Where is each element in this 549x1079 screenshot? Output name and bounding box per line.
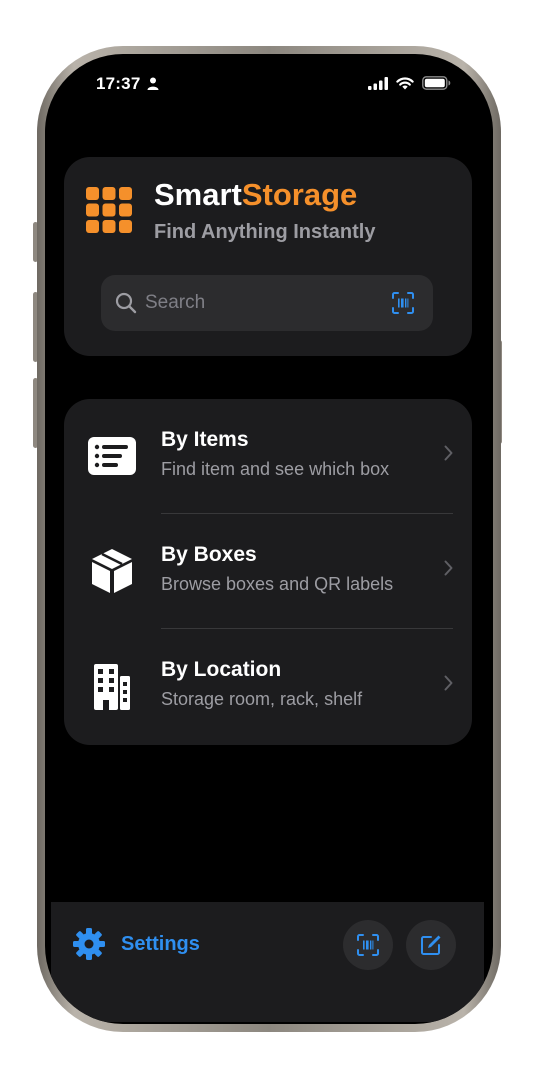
grid-icon	[86, 187, 132, 233]
box-icon	[92, 549, 132, 593]
search-input[interactable]	[145, 275, 375, 331]
status-time: 17:37	[96, 74, 141, 93]
status-bar: 17:37	[45, 54, 493, 114]
menu-item-by-items[interactable]: By Items Find item and see which box	[64, 399, 472, 514]
scan-button[interactable]	[343, 920, 393, 970]
browse-menu: By Items Find item and see which box By …	[64, 399, 472, 745]
battery-icon	[422, 76, 451, 90]
menu-item-by-boxes[interactable]: By Boxes Browse boxes and QR labels	[64, 514, 472, 629]
menu-item-title: By Location	[161, 658, 282, 681]
search-icon	[115, 292, 137, 314]
app-title: SmartStorage	[154, 177, 357, 213]
phone-screen: 17:37 SmartStorage Find Anything Instant…	[45, 54, 493, 1024]
compose-icon	[421, 935, 441, 955]
chevron-right-icon	[444, 560, 453, 576]
header-card: SmartStorage Find Anything Instantly	[64, 157, 472, 356]
menu-item-title: By Boxes	[161, 543, 257, 566]
barcode-scan-icon[interactable]	[392, 292, 414, 314]
search-bar[interactable]	[101, 275, 433, 331]
list-icon	[88, 437, 136, 475]
chevron-right-icon	[444, 445, 453, 461]
barcode-scan-icon	[357, 934, 379, 956]
menu-item-by-location[interactable]: By Location Storage room, rack, shelf	[64, 629, 472, 744]
app-title-part2: Storage	[241, 177, 358, 212]
wifi-icon	[396, 77, 414, 90]
building-icon	[94, 664, 130, 710]
app-tagline: Find Anything Instantly	[154, 221, 376, 243]
menu-item-subtitle: Storage room, rack, shelf	[161, 689, 363, 709]
compose-button[interactable]	[406, 920, 456, 970]
menu-item-subtitle: Browse boxes and QR labels	[161, 574, 394, 594]
bottom-toolbar: Settings	[51, 902, 484, 1022]
person-icon	[147, 77, 159, 90]
settings-button[interactable]: Settings	[73, 928, 200, 960]
app-title-part1: Smart	[154, 177, 242, 212]
cellular-signal-icon	[368, 76, 388, 90]
settings-label: Settings	[121, 932, 200, 955]
gear-icon	[73, 928, 105, 960]
menu-item-title: By Items	[161, 428, 249, 451]
chevron-right-icon	[444, 675, 453, 691]
menu-item-subtitle: Find item and see which box	[161, 459, 390, 479]
